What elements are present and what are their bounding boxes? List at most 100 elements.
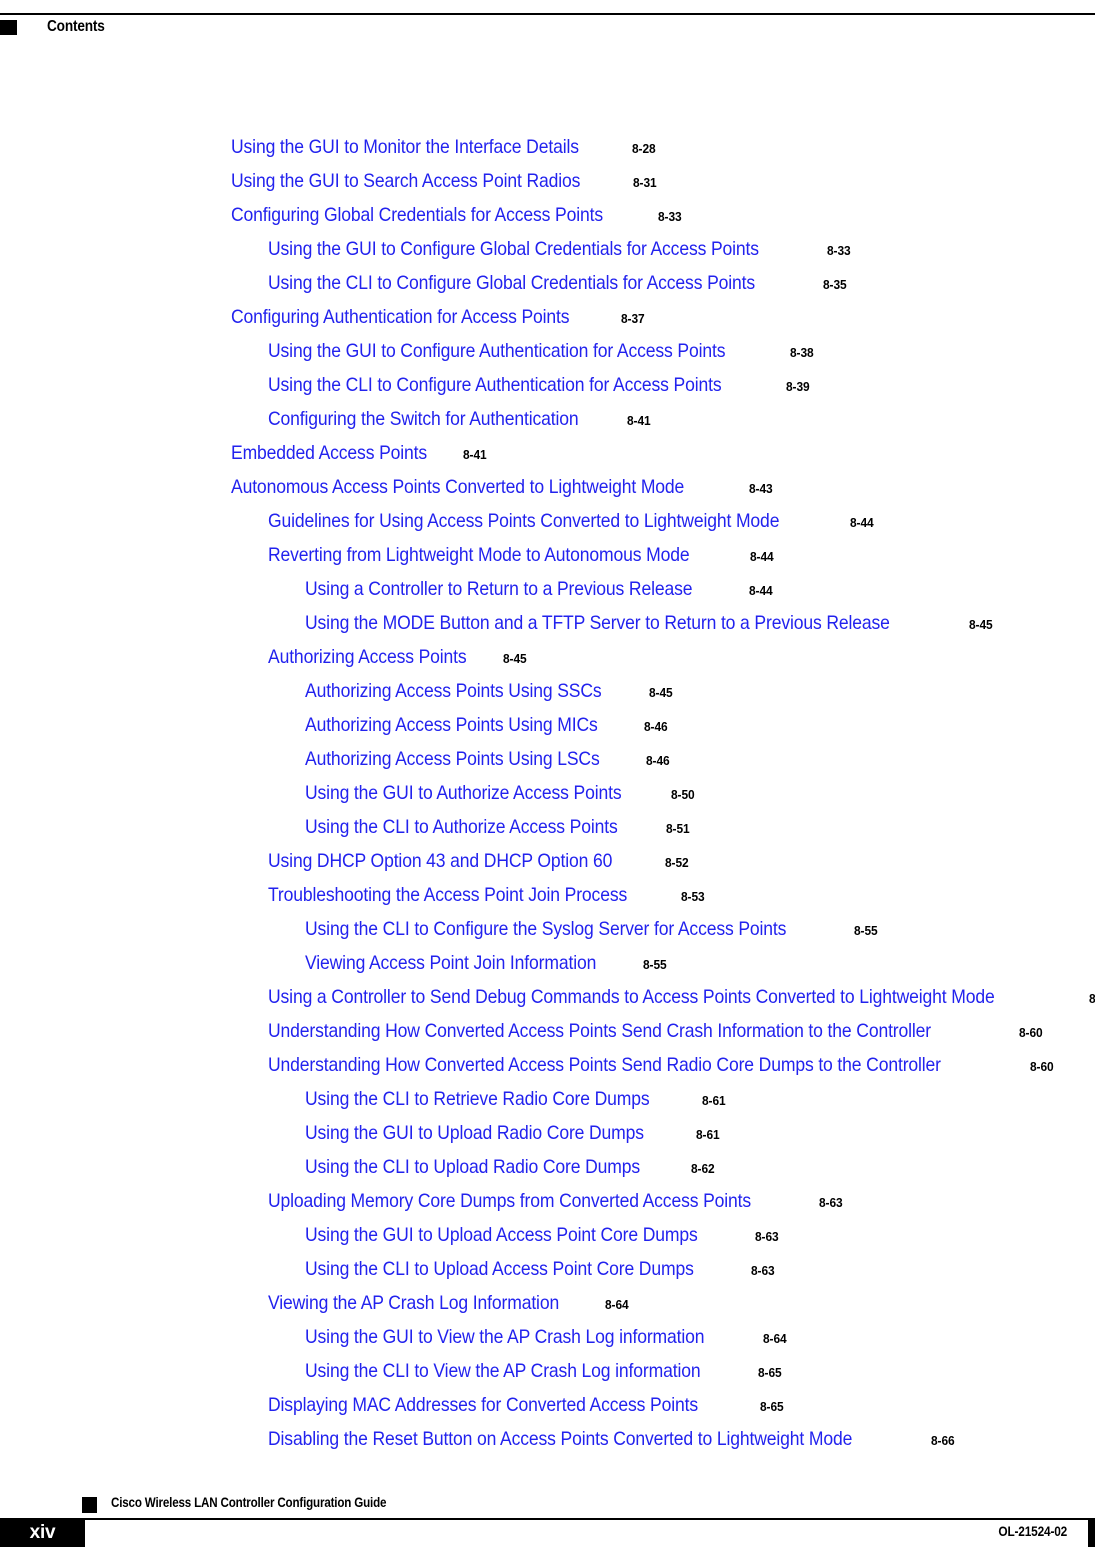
toc-entry[interactable]: Authorizing Access Points Using MICs 8-46 xyxy=(0,708,1095,742)
toc-entry-title: Using the CLI to Configure Global Creden… xyxy=(268,272,756,294)
toc-entry[interactable]: Viewing Access Point Join Information 8-5… xyxy=(0,946,1095,980)
toc-entry[interactable]: Using the CLI to Retrieve Radio Core Dum… xyxy=(0,1082,1095,1116)
toc-entry[interactable]: Using a Controller to Send Debug Command… xyxy=(0,980,1095,1014)
toc-entry-page-number: 8-63 xyxy=(750,1263,775,1278)
toc-entry[interactable]: Using the CLI to Authorize Access Points… xyxy=(0,810,1095,844)
toc-entry-title: Using the GUI to Monitor the Interface D… xyxy=(231,136,579,158)
toc-entry-page-number: 8-60 xyxy=(1029,1059,1054,1074)
toc-entry-page-number: 8-44 xyxy=(850,515,874,530)
footer-document-id: OL-21524-02 xyxy=(998,1524,1067,1539)
toc-entry-page-number: 8-41 xyxy=(462,447,487,462)
toc-entry[interactable]: Troubleshooting the Access Point Join Pr… xyxy=(0,878,1095,912)
toc-entry-title: Using the CLI to Upload Access Point Cor… xyxy=(305,1258,694,1280)
toc-entry[interactable]: Using the CLI to Configure Global Creden… xyxy=(0,266,1095,300)
page-header: Contents xyxy=(0,0,1095,50)
toc-entry-page-number: 8-62 xyxy=(691,1161,715,1176)
toc-entry-title: Using the MODE Button and a TFTP Server … xyxy=(305,612,890,634)
toc-entry[interactable]: Using a Controller to Return to a Previo… xyxy=(0,572,1095,606)
toc-entry-page-number: 8-60 xyxy=(1089,982,1095,1016)
toc-entry-title: Using the CLI to Configure the Syslog Se… xyxy=(305,918,787,940)
footer-guide-title: Cisco Wireless LAN Controller Configurat… xyxy=(111,1495,387,1510)
toc-entry[interactable]: Using the CLI to Upload Radio Core Dumps… xyxy=(0,1150,1095,1184)
toc-entry-page-number: 8-66 xyxy=(931,1433,955,1448)
toc-entry[interactable]: Using DHCP Option 43 and DHCP Option 60 8… xyxy=(0,844,1095,878)
toc-entry[interactable]: Authorizing Access Points Using SSCs 8-45 xyxy=(0,674,1095,708)
header-square-marker-icon xyxy=(0,20,17,35)
toc-entry-page-number: 8-35 xyxy=(823,277,847,292)
toc-entry[interactable]: Understanding How Converted Access Point… xyxy=(0,1014,1095,1048)
toc-entry-title: Disabling the Reset Button on Access Poi… xyxy=(268,1428,853,1450)
toc-entry[interactable]: Using the GUI to Monitor the Interface D… xyxy=(0,130,1095,164)
toc-entry[interactable]: Using the GUI to Configure Authenticatio… xyxy=(0,334,1095,368)
toc-entry-page-number: 8-37 xyxy=(621,311,645,326)
toc-entry-page-number: 8-44 xyxy=(749,583,773,598)
toc-entry[interactable]: Authorizing Access Points Using LSCs 8-46 xyxy=(0,742,1095,776)
toc-entry[interactable]: Configuring the Switch for Authenticatio… xyxy=(0,402,1095,436)
toc-entry-title: Using the GUI to Upload Access Point Cor… xyxy=(305,1224,698,1246)
toc-entry-page-number: 8-64 xyxy=(605,1297,629,1312)
toc-entry-page-number: 8-60 xyxy=(1018,1025,1043,1040)
toc-entry-page-number: 8-50 xyxy=(670,787,695,802)
toc-entry-page-number: 8-63 xyxy=(818,1195,843,1210)
toc-entry[interactable]: Disabling the Reset Button on Access Poi… xyxy=(0,1422,1095,1456)
toc-entry-page-number: 8-46 xyxy=(644,719,668,734)
table-of-contents: Using the GUI to Monitor the Interface D… xyxy=(0,130,1095,1456)
toc-entry[interactable]: Understanding How Converted Access Point… xyxy=(0,1048,1095,1082)
toc-entry[interactable]: Using the CLI to Configure Authenticatio… xyxy=(0,368,1095,402)
toc-entry-page-number: 8-61 xyxy=(695,1127,720,1142)
toc-entry-page-number: 8-53 xyxy=(681,889,705,904)
toc-entry[interactable]: Using the CLI to Configure the Syslog Se… xyxy=(0,912,1095,946)
toc-entry[interactable]: Using the GUI to Upload Access Point Cor… xyxy=(0,1218,1095,1252)
toc-entry-page-number: 8-65 xyxy=(759,1399,784,1414)
toc-entry[interactable]: Autonomous Access Points Converted to Li… xyxy=(0,470,1095,504)
toc-entry[interactable]: Viewing the AP Crash Log Information 8-64 xyxy=(0,1286,1095,1320)
toc-entry[interactable]: Using the GUI to View the AP Crash Log i… xyxy=(0,1320,1095,1354)
toc-entry-title: Using the GUI to Upload Radio Core Dumps xyxy=(305,1122,644,1144)
toc-entry[interactable]: Embedded Access Points 8-41 xyxy=(0,436,1095,470)
toc-entry-page-number: 8-38 xyxy=(790,345,814,360)
toc-entry-title: Authorizing Access Points Using LSCs xyxy=(305,748,600,770)
toc-entry-title: Autonomous Access Points Converted to Li… xyxy=(231,476,685,498)
toc-entry[interactable]: Configuring Global Credentials for Acces… xyxy=(0,198,1095,232)
footer-square-marker-icon xyxy=(82,1497,97,1513)
toc-entry-page-number: 8-43 xyxy=(748,481,773,496)
toc-entry-page-number: 8-65 xyxy=(758,1365,783,1380)
toc-entry-title: Using the CLI to Configure Authenticatio… xyxy=(268,374,722,396)
running-head-title: Contents xyxy=(47,18,105,35)
toc-entry-page-number: 8-61 xyxy=(701,1093,726,1108)
toc-entry-page-number: 8-33 xyxy=(658,209,682,224)
toc-entry-title: Configuring the Switch for Authenticatio… xyxy=(268,408,579,430)
toc-entry[interactable]: Using the MODE Button and a TFTP Server … xyxy=(0,606,1095,640)
toc-entry-title: Using the GUI to Search Access Point Rad… xyxy=(231,170,581,192)
toc-entry[interactable]: Using the GUI to Search Access Point Rad… xyxy=(0,164,1095,198)
toc-entry[interactable]: Using the GUI to Upload Radio Core Dumps… xyxy=(0,1116,1095,1150)
toc-entry-page-number: 8-28 xyxy=(631,141,656,156)
toc-entry-title: Embedded Access Points xyxy=(231,442,428,464)
toc-entry[interactable]: Displaying MAC Addresses for Converted A… xyxy=(0,1388,1095,1422)
toc-entry-title: Troubleshooting the Access Point Join Pr… xyxy=(268,884,628,906)
toc-entry-title: Using the GUI to Configure Global Creden… xyxy=(268,238,759,260)
toc-entry-page-number: 8-41 xyxy=(627,413,651,428)
toc-entry[interactable]: Using the GUI to Configure Global Creden… xyxy=(0,232,1095,266)
toc-entry-page-number: 8-63 xyxy=(755,1229,779,1244)
toc-entry-title: Using a Controller to Send Debug Command… xyxy=(268,986,995,1008)
footer-edge-marker-icon xyxy=(1088,1518,1095,1547)
toc-entry-page-number: 8-46 xyxy=(646,753,670,768)
toc-entry[interactable]: Using the CLI to Upload Access Point Cor… xyxy=(0,1252,1095,1286)
toc-entry-page-number: 8-31 xyxy=(633,175,657,190)
toc-entry[interactable]: Authorizing Access Points 8-45 xyxy=(0,640,1095,674)
toc-entry[interactable]: Using the CLI to View the AP Crash Log i… xyxy=(0,1354,1095,1388)
toc-entry-page-number: 8-45 xyxy=(502,651,527,666)
toc-entry[interactable]: Configuring Authentication for Access Po… xyxy=(0,300,1095,334)
toc-entry-title: Using the GUI to Configure Authenticatio… xyxy=(268,340,726,362)
toc-entry-title: Using DHCP Option 43 and DHCP Option 60 xyxy=(268,850,613,872)
toc-entry[interactable]: Uploading Memory Core Dumps from Convert… xyxy=(0,1184,1095,1218)
toc-entry-title: Using the CLI to Authorize Access Points xyxy=(305,816,618,838)
footer-page-number: xiv xyxy=(29,1522,56,1543)
toc-entry[interactable]: Guidelines for Using Access Points Conve… xyxy=(0,504,1095,538)
toc-entry-page-number: 8-55 xyxy=(642,957,667,972)
toc-entry-title: Viewing Access Point Join Information xyxy=(305,952,597,974)
toc-entry[interactable]: Reverting from Lightweight Mode to Auton… xyxy=(0,538,1095,572)
toc-entry[interactable]: Using the GUI to Authorize Access Points… xyxy=(0,776,1095,810)
toc-entry-title: Authorizing Access Points Using SSCs xyxy=(305,680,602,702)
